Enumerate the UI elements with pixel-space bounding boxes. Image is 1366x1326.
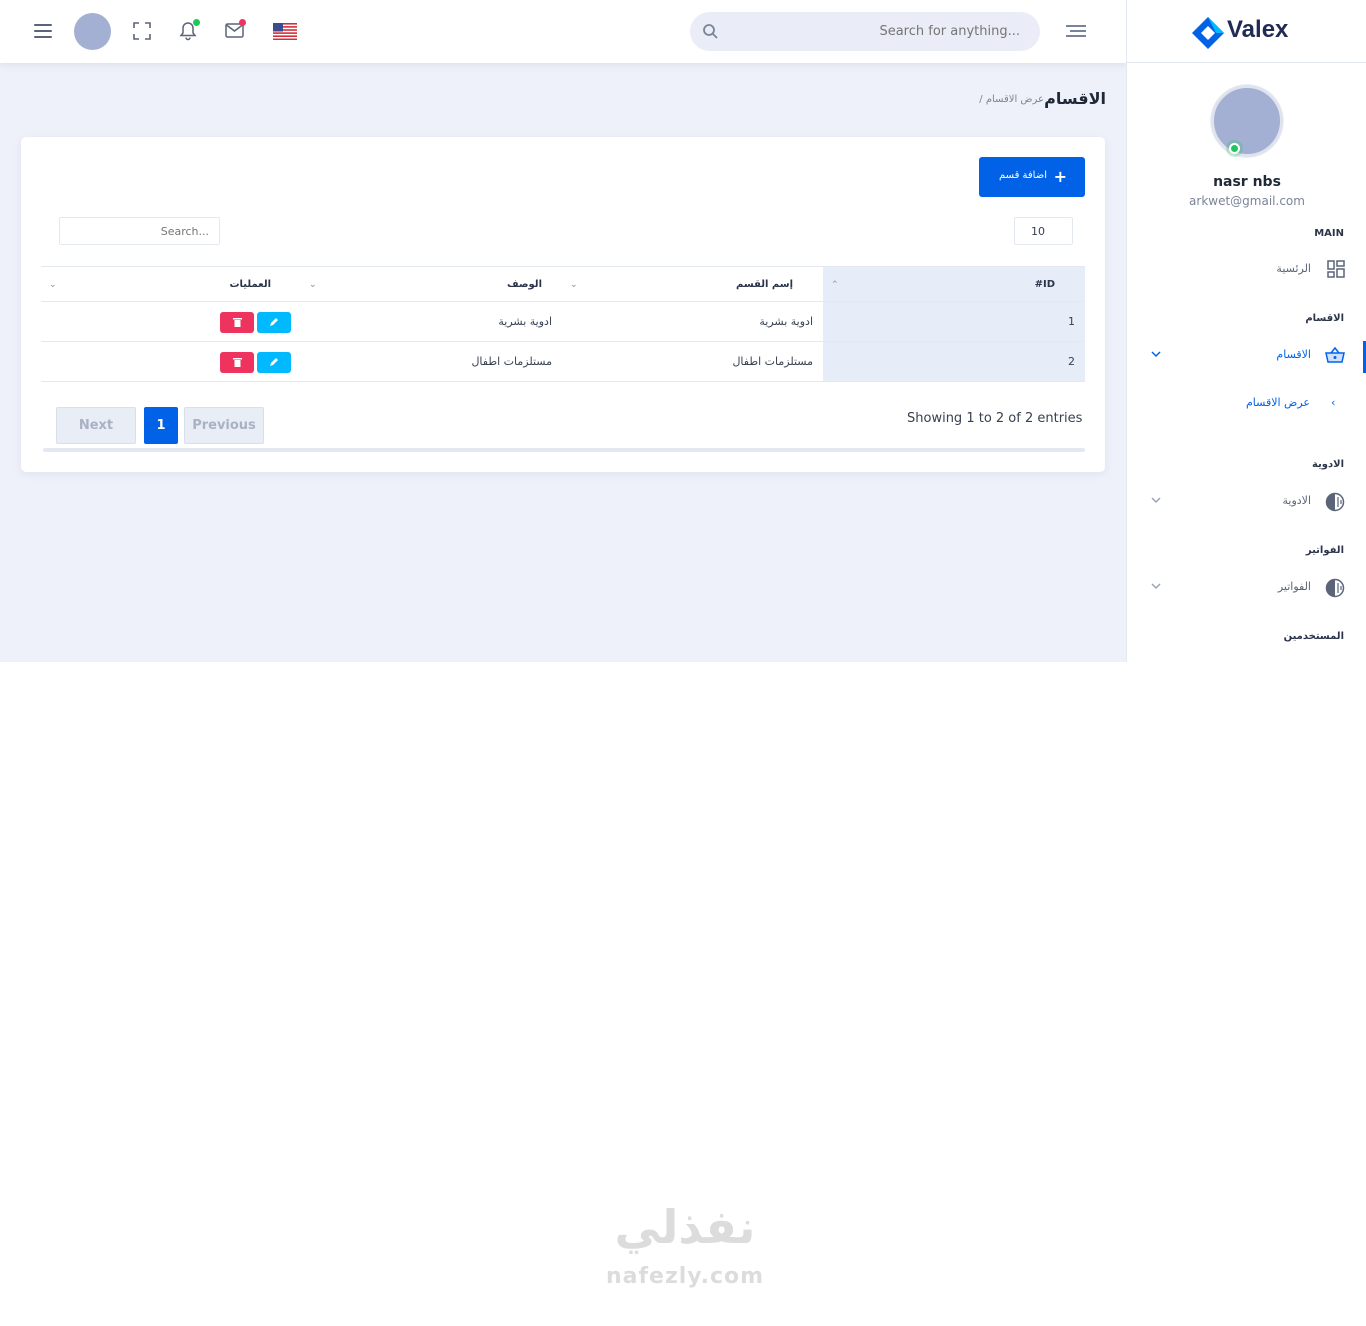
name-cell: ادوية بشرية: [562, 301, 823, 342]
logo-row: Valex: [1127, 0, 1366, 63]
header-avatar[interactable]: [74, 13, 111, 50]
column-label: إسم القسم: [736, 278, 793, 290]
chevron-left-icon: ‹: [1331, 396, 1336, 409]
id-cell: 1: [823, 301, 1085, 342]
valex-logo-icon[interactable]: [1191, 16, 1225, 50]
sidebar: Valex nasr nbs arkwet@gmail.com MAIN الر…: [1126, 0, 1366, 662]
us-flag-icon[interactable]: [273, 23, 297, 40]
chevron-down-icon[interactable]: [1151, 582, 1161, 590]
user-email: arkwet@gmail.com: [1189, 194, 1305, 208]
section-label-main: MAIN: [1314, 228, 1344, 239]
categories-card: + اضافة قسم 10 ⌄ العمليات ⌄ الوصف ⌄: [21, 137, 1105, 472]
id-cell: 2: [823, 341, 1085, 382]
pencil-icon: [270, 358, 278, 366]
column-header-description[interactable]: ⌄ الوصف: [301, 266, 562, 302]
sidebar-item-label: الرئسية: [1276, 262, 1311, 275]
page-length-select[interactable]: 10: [1014, 217, 1073, 245]
menu-toggle-icon[interactable]: [34, 24, 52, 38]
table-row: مستلزمات اطفال مستلزمات اطفال 2: [41, 341, 1085, 382]
delete-button[interactable]: [220, 312, 254, 333]
sidebar-item-label: الاقسام: [1276, 348, 1311, 361]
sidebar-item-categories[interactable]: الاقسام: [1127, 342, 1366, 372]
global-search: [690, 12, 1040, 51]
description-cell: مستلزمات اطفال: [301, 341, 562, 382]
operations-cell: [41, 341, 301, 382]
column-header-operations[interactable]: ⌄ العمليات: [41, 266, 301, 302]
dashboard-grid-icon: [1327, 260, 1345, 278]
user-name: nasr nbs: [1213, 174, 1281, 190]
edit-button[interactable]: [257, 312, 291, 333]
sidebar-item-medicines[interactable]: الادوية: [1127, 488, 1366, 518]
watermark-arabic: نفذلي: [614, 1200, 756, 1254]
trash-icon: [232, 358, 242, 367]
section-label-invoices: الفواتير: [1305, 545, 1344, 556]
section-label-medicines: الادوية: [1311, 459, 1344, 470]
pagination-previous-button[interactable]: Previous: [184, 407, 264, 444]
column-header-name[interactable]: ⌄ إسم القسم: [562, 266, 823, 302]
breadcrumb[interactable]: / عرض الاقسام: [979, 94, 1044, 105]
sort-asc-icon: ⌃: [831, 280, 839, 290]
align-right-icon[interactable]: [1066, 25, 1086, 39]
edit-button[interactable]: [257, 352, 291, 373]
add-category-button[interactable]: + اضافة قسم: [979, 157, 1085, 197]
table-header-row: ⌄ العمليات ⌄ الوصف ⌄ إسم القسم ⌃ #ID: [41, 266, 1085, 302]
search-icon[interactable]: [702, 23, 719, 40]
half-circle-icon: [1325, 578, 1345, 598]
pencil-icon: [270, 318, 278, 326]
notification-dot: [193, 19, 200, 26]
operations-cell: [41, 301, 301, 342]
sidebar-subitem-view-categories[interactable]: عرض الاقسام: [1246, 396, 1310, 409]
fullscreen-icon[interactable]: [133, 22, 151, 40]
app-root: Valex nasr nbs arkwet@gmail.com MAIN الر…: [0, 0, 1366, 662]
half-circle-icon: [1325, 492, 1345, 512]
basket-icon: [1325, 346, 1345, 363]
sidebar-item-dashboard[interactable]: الرئسية: [1127, 256, 1366, 286]
section-label-users: المستخدمين: [1283, 631, 1344, 642]
horizontal-scrollbar[interactable]: [43, 448, 1085, 452]
add-category-label: اضافة قسم: [999, 170, 1047, 181]
section-label-categories: الاقسام: [1305, 313, 1344, 324]
profile-avatar[interactable]: [1211, 85, 1283, 157]
global-search-input[interactable]: [730, 12, 1020, 51]
trash-icon: [232, 318, 242, 327]
chevron-down-icon[interactable]: [1151, 496, 1161, 504]
sort-icon: ⌄: [49, 280, 57, 290]
pagination-next-button[interactable]: Next: [56, 407, 136, 444]
page-title: الاقسام: [1044, 89, 1106, 108]
pagination-page-button[interactable]: 1: [144, 407, 178, 444]
sort-icon: ⌄: [570, 280, 578, 290]
watermark: نفذلي nafezly.com: [600, 1200, 770, 1300]
column-header-id[interactable]: ⌃ #ID: [823, 266, 1085, 302]
delete-button[interactable]: [220, 352, 254, 373]
categories-table: ⌄ العمليات ⌄ الوصف ⌄ إسم القسم ⌃ #ID ادو…: [41, 266, 1085, 382]
top-header: [0, 0, 1126, 63]
column-label: الوصف: [506, 278, 542, 290]
sort-icon: ⌄: [309, 280, 317, 290]
column-label: العمليات: [229, 278, 272, 290]
sidebar-item-label: الادوية: [1282, 494, 1312, 507]
table-row: ادوية بشرية ادوية بشرية 1: [41, 301, 1085, 342]
sidebar-item-invoices[interactable]: الفواتير: [1127, 574, 1366, 604]
message-dot: [239, 19, 246, 26]
online-status-dot: [1229, 143, 1240, 154]
column-label: #ID: [1034, 278, 1055, 290]
sidebar-item-label: الفواتير: [1277, 580, 1311, 593]
logo-text[interactable]: Valex: [1227, 16, 1288, 44]
table-info: Showing 1 to 2 of 2 entries: [907, 411, 1083, 426]
description-cell: ادوية بشرية: [301, 301, 562, 342]
table-search-input[interactable]: [59, 217, 220, 245]
plus-icon: +: [1053, 167, 1067, 186]
chevron-down-icon[interactable]: [1151, 350, 1161, 358]
name-cell: مستلزمات اطفال: [562, 341, 823, 382]
watermark-latin: nafezly.com: [605, 1264, 765, 1289]
